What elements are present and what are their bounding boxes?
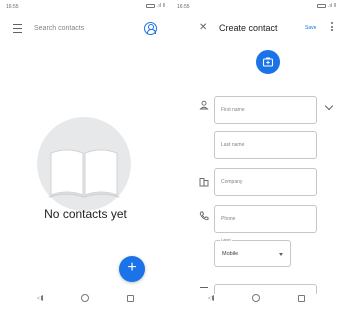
search-bar[interactable]: Search contacts xyxy=(10,16,161,40)
phone-label-select[interactable]: Label Mobile xyxy=(214,237,291,267)
home-icon[interactable] xyxy=(252,294,260,302)
status-time: 16:55 xyxy=(177,4,190,10)
recent-apps-icon[interactable] xyxy=(127,294,134,302)
last-name-placeholder: Last name xyxy=(221,142,245,148)
more-vert-icon[interactable] xyxy=(331,22,333,32)
first-name-field[interactable]: First name xyxy=(214,96,317,124)
phone-placeholder: Phone xyxy=(221,216,236,222)
open-book-icon xyxy=(48,149,120,198)
dropdown-arrow-icon xyxy=(279,253,283,256)
status-bar: 16:55 .ıl ǁ xyxy=(0,0,171,12)
empty-state-illustration xyxy=(37,117,131,211)
system-nav-bar xyxy=(0,287,171,309)
back-icon[interactable] xyxy=(208,295,214,301)
signal-icon: .ıl xyxy=(328,3,332,9)
home-icon[interactable] xyxy=(81,294,89,302)
add-photo-icon xyxy=(262,57,274,67)
recent-apps-icon[interactable] xyxy=(298,294,305,302)
wifi-icon: ǁ xyxy=(333,3,336,9)
wifi-icon: ǁ xyxy=(162,3,165,9)
phone-icon xyxy=(199,211,209,221)
battery-icon xyxy=(317,4,327,8)
add-photo-button[interactable] xyxy=(256,50,280,74)
page-title: Create contact xyxy=(219,23,278,33)
back-icon[interactable] xyxy=(37,295,43,301)
hamburger-icon[interactable] xyxy=(13,23,25,33)
phone-label-title: Label xyxy=(220,237,232,242)
business-icon xyxy=(199,178,209,187)
add-contact-button[interactable]: + xyxy=(119,256,145,282)
empty-state-message: No contacts yet xyxy=(44,207,127,221)
company-placeholder: Company xyxy=(221,179,243,185)
last-name-field[interactable]: Last name xyxy=(214,131,317,159)
status-indicators: .ıl ǁ xyxy=(146,3,165,9)
account-circle-icon[interactable] xyxy=(144,21,157,35)
chevron-down-icon[interactable] xyxy=(324,101,334,111)
battery-icon xyxy=(146,4,156,8)
status-time: 16:55 xyxy=(6,4,19,10)
person-icon xyxy=(199,100,209,110)
phone-field[interactable]: Phone xyxy=(214,205,317,233)
create-contact-screen: 16:55 .ıl ǁ ✕ Create contact Save First … xyxy=(171,0,342,309)
system-nav-bar xyxy=(171,287,342,309)
app-bar: ✕ Create contact Save xyxy=(171,16,342,40)
company-field[interactable]: Company xyxy=(214,168,317,196)
status-bar: 16:55 .ıl ǁ xyxy=(171,0,342,12)
contacts-screen: 16:55 .ıl ǁ Search contacts No contacts … xyxy=(0,0,171,309)
phone-label-value: Mobile xyxy=(222,251,239,257)
save-button[interactable]: Save xyxy=(305,25,316,31)
add-icon: + xyxy=(127,259,137,276)
signal-icon: .ıl xyxy=(157,3,161,9)
first-name-placeholder: First name xyxy=(221,107,245,113)
close-icon[interactable]: ✕ xyxy=(199,22,207,33)
status-indicators: .ıl ǁ xyxy=(317,3,336,9)
search-input[interactable]: Search contacts xyxy=(34,25,144,32)
